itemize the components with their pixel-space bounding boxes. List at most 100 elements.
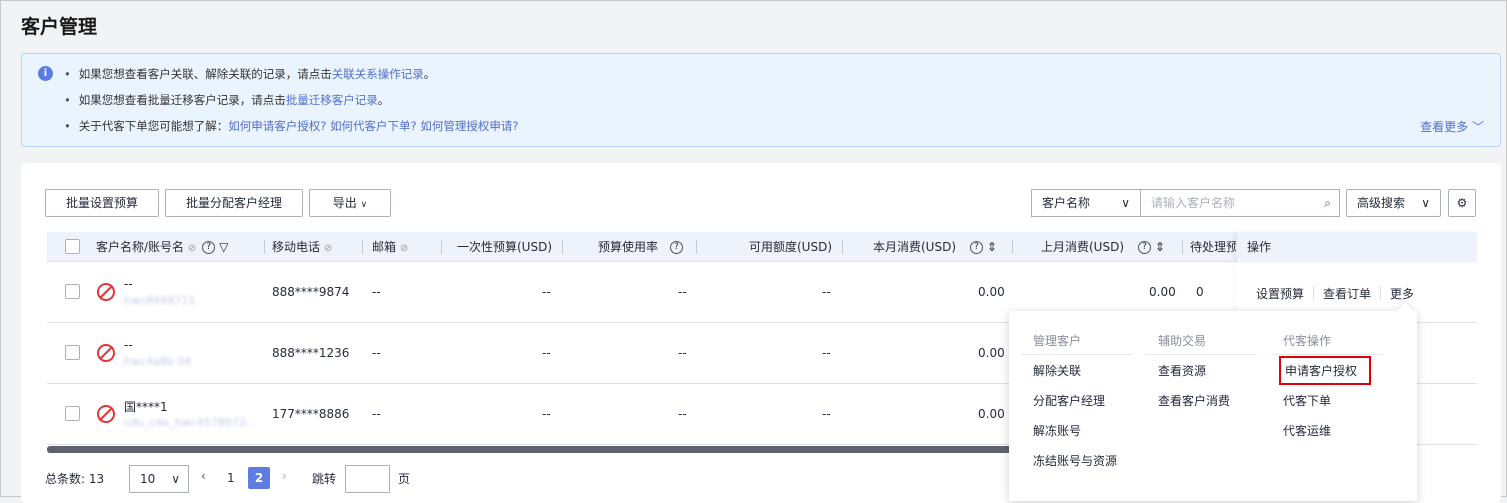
menu-item-assign-manager[interactable]: 分配客户经理	[1033, 392, 1105, 409]
total-count: 总条数: 13	[45, 470, 104, 487]
eye-off-icon[interactable]: ⊘	[188, 243, 196, 254]
row-checkbox[interactable]	[65, 406, 80, 421]
menu-divider	[1146, 354, 1257, 355]
email: --	[372, 407, 381, 421]
budget-link[interactable]: --	[542, 346, 551, 360]
export-button[interactable]: 导出 ∨	[309, 189, 391, 217]
page-1-button[interactable]: 1	[227, 471, 235, 485]
filter-icon[interactable]: ▽	[219, 240, 228, 254]
phone: 888****1236	[272, 346, 350, 360]
column-label: 邮箱	[372, 240, 397, 254]
menu-item-operations[interactable]: 代客运维	[1283, 422, 1331, 439]
chevron-down-icon: ∨	[171, 472, 180, 486]
column-label: 预算使用率	[598, 240, 659, 254]
column-divider	[362, 240, 363, 254]
set-budget-link[interactable]: 设置预算	[1256, 285, 1304, 302]
account-name: hwc84X8711	[124, 294, 196, 307]
jump-page-input[interactable]	[345, 465, 390, 493]
help-icon[interactable]: ?	[202, 241, 216, 254]
help-icon[interactable]: ?	[1138, 241, 1152, 254]
eye-off-icon[interactable]: ⊘	[324, 243, 332, 254]
sort-icon[interactable]: ⇕	[987, 240, 997, 254]
this-month: 0.00	[978, 285, 1005, 299]
row-checkbox[interactable]	[65, 345, 80, 360]
view-more-link[interactable]: 查看更多 ﹀	[1420, 118, 1484, 135]
batch-assign-manager-button[interactable]: 批量分配客户经理	[165, 189, 303, 217]
prev-page-button[interactable]: ‹	[201, 469, 206, 483]
search-placeholder: 请输入客户名称	[1151, 196, 1236, 210]
frozen-ban-icon	[97, 405, 115, 423]
more-actions-link[interactable]: 更多	[1390, 285, 1414, 302]
total-value: 13	[88, 472, 105, 486]
help-link[interactable]: 如何申请客户授权?	[228, 119, 326, 133]
menu-item-request-authorization[interactable]: 申请客户授权	[1279, 356, 1371, 385]
column-divider	[1182, 240, 1183, 254]
notice-line: 关于代客下单您可能想了解：如何申请客户授权? 如何代客户下单? 如何管理授权申请…	[64, 118, 519, 134]
help-link[interactable]: 如何代客户下单?	[330, 119, 417, 133]
customer-name: --	[124, 338, 133, 352]
column-divider	[264, 240, 265, 254]
account-name: cdu_cde_hwc4578072...	[124, 416, 257, 429]
info-icon: i	[38, 66, 53, 81]
column-header-last-month[interactable]: 上月消费(USD)? ⇕	[1041, 232, 1165, 262]
view-more-label: 查看更多	[1420, 120, 1469, 134]
this-month: 0.00	[978, 346, 1005, 360]
search-icon[interactable]: ⌕	[1324, 190, 1331, 216]
migration-records-link[interactable]: 批量迁移客户记录	[286, 93, 378, 107]
customer-name: 国****1	[124, 400, 168, 414]
menu-item-place-order[interactable]: 代客下单	[1283, 392, 1331, 409]
menu-group-title: 管理客户	[1033, 334, 1082, 348]
column-label: 移动电话	[272, 240, 321, 254]
search-field-select[interactable]: 客户名称 ∨	[1031, 189, 1141, 217]
customer-name: --	[124, 277, 133, 291]
column-header-available: 可用额度(USD)	[749, 240, 833, 254]
chevron-down-icon: ﹀	[1471, 120, 1484, 134]
column-divider	[562, 240, 563, 254]
column-divider	[696, 240, 697, 254]
available: --	[822, 346, 831, 360]
more-actions-menu: 管理客户 辅助交易 代客操作 解除关联 分配客户经理 解冻账号 冻结账号与资源 …	[1009, 302, 1417, 501]
next-page-button[interactable]: ›	[282, 469, 287, 483]
chevron-down-icon: ∨	[360, 200, 368, 210]
budget-link[interactable]: --	[542, 285, 551, 299]
settings-button[interactable]: ⚙	[1448, 189, 1476, 217]
column-divider	[1012, 240, 1013, 254]
column-label: 上月消费(USD)	[1041, 240, 1125, 254]
column-header-name[interactable]: 客户名称/账号名 ⊘? ▽	[96, 232, 228, 262]
notice-line: 如果您想查看批量迁移客户记录，请点击批量迁移客户记录。	[64, 92, 390, 108]
batch-budget-button[interactable]: 批量设置预算	[45, 189, 159, 217]
view-orders-link[interactable]: 查看订单	[1323, 285, 1371, 302]
help-icon[interactable]: ?	[970, 241, 984, 254]
relation-records-link[interactable]: 关联关系操作记录	[332, 67, 424, 81]
menu-item-unfreeze[interactable]: 解冻账号	[1033, 422, 1081, 439]
column-header-budget: 一次性预算(USD)	[457, 240, 553, 254]
eye-off-icon[interactable]: ⊘	[400, 243, 408, 254]
page-2-button[interactable]: 2	[248, 467, 270, 489]
usage: --	[678, 346, 687, 360]
available: --	[822, 285, 831, 299]
notice-text: 如果您想查看客户关联、解除关联的记录，请点击	[78, 67, 332, 81]
advanced-search-button[interactable]: 高级搜索 ∨	[1346, 189, 1441, 217]
help-icon[interactable]: ?	[670, 241, 684, 254]
page-size-select[interactable]: 10 ∨	[129, 465, 189, 493]
search-field-label: 客户名称	[1042, 196, 1091, 210]
menu-item-view-consumption[interactable]: 查看客户消费	[1158, 392, 1230, 409]
page-size-value: 10	[140, 472, 156, 486]
row-checkbox[interactable]	[65, 284, 80, 299]
pending-link[interactable]: 0	[1196, 285, 1204, 299]
column-label: 本月消费(USD)	[873, 240, 957, 254]
column-header-usage: 预算使用率?	[598, 232, 684, 262]
last-month: 0.00	[1149, 285, 1176, 299]
chevron-down-icon: ∨	[1421, 196, 1430, 210]
account-name: hwc4a8b 04	[124, 355, 192, 368]
menu-item-view-resources[interactable]: 查看资源	[1158, 362, 1206, 379]
notice-box: i 如果您想查看客户关联、解除关联的记录，请点击关联关系操作记录。 如果您想查看…	[21, 53, 1501, 147]
select-all-checkbox[interactable]	[65, 239, 80, 254]
sort-icon[interactable]: ⇕	[1155, 240, 1165, 254]
help-link[interactable]: 如何管理授权申请?	[420, 119, 518, 133]
menu-item-freeze[interactable]: 冻结账号与资源	[1033, 452, 1117, 469]
search-input[interactable]: 请输入客户名称 ⌕	[1140, 189, 1340, 217]
menu-item-unlink[interactable]: 解除关联	[1033, 362, 1081, 379]
column-header-this-month[interactable]: 本月消费(USD)? ⇕	[873, 232, 997, 262]
budget-link[interactable]: --	[542, 407, 551, 421]
